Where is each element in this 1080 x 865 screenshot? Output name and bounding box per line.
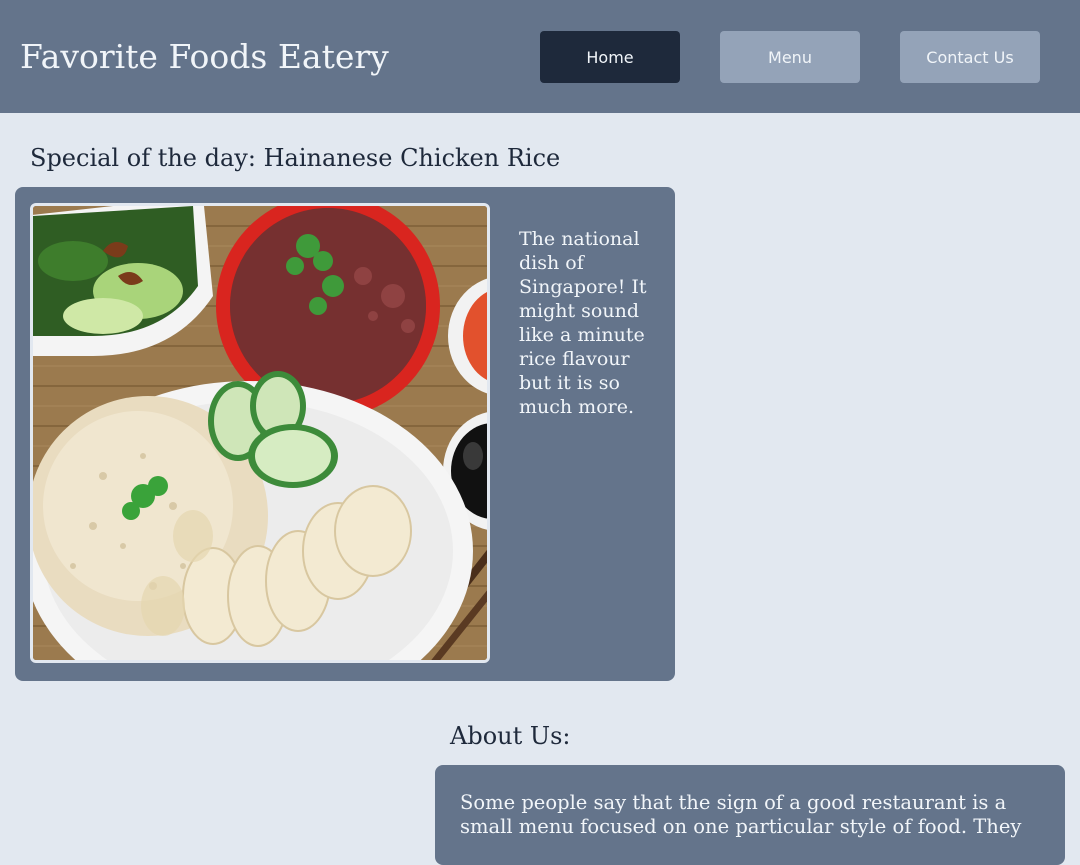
special-card: The national dish of Singapore! It might… xyxy=(15,187,675,681)
about-text: Some people say that the sign of a good … xyxy=(460,791,1022,838)
special-description: The national dish of Singapore! It might… xyxy=(519,228,647,418)
about-card: Some people say that the sign of a good … xyxy=(435,765,1065,865)
nav-contact-button[interactable]: Contact Us xyxy=(900,31,1040,83)
nav-menu-button[interactable]: Menu xyxy=(720,31,860,83)
special-heading: Special of the day: Hainanese Chicken Ri… xyxy=(30,144,561,172)
nav-home-button[interactable]: Home xyxy=(540,31,680,83)
hainanese-chicken-rice-illustration xyxy=(33,206,487,660)
site-title: Favorite Foods Eatery xyxy=(20,37,389,76)
dish-photo xyxy=(30,203,490,663)
site-header: Favorite Foods Eatery Home Menu Contact … xyxy=(0,0,1080,113)
about-heading: About Us: xyxy=(450,722,571,750)
